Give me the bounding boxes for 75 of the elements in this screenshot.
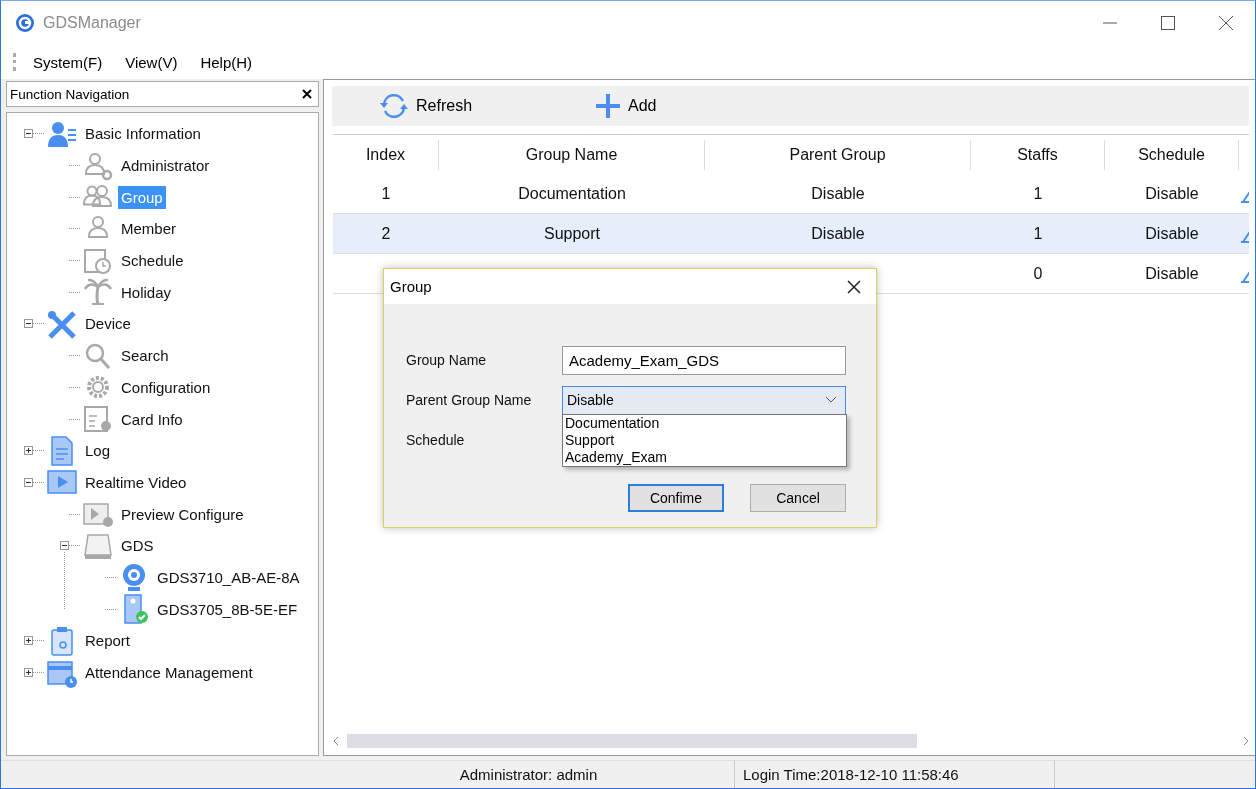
app-logo-icon — [15, 13, 35, 33]
window-title: GDSManager — [43, 14, 142, 32]
parent-group-dropdown[interactable]: Disable — [562, 385, 846, 415]
dialog-title: Group — [390, 278, 432, 295]
refresh-icon — [378, 91, 410, 121]
tree-item[interactable]: GDS3705_8B-5E-EF — [154, 597, 301, 621]
menu-item[interactable]: System(F) — [33, 53, 103, 71]
table-cell-text: 1 — [380, 184, 392, 203]
tree-item[interactable]: Holiday — [118, 280, 175, 304]
tree-item[interactable]: GDS — [118, 534, 157, 558]
chevron-down-icon — [825, 396, 837, 404]
field-label: Schedule — [406, 432, 466, 448]
column-header[interactable]: Group Name — [439, 139, 705, 170]
add-button[interactable]: Add — [594, 92, 657, 120]
refresh-button[interactable]: Refresh — [378, 91, 473, 121]
table-cell-text: Disable — [810, 184, 866, 203]
table-cell-text: Disable — [1144, 264, 1200, 283]
dropdown-option[interactable]: Academy_Exam — [563, 448, 846, 466]
menu-item[interactable]: Help(H) — [200, 53, 253, 71]
tree-item[interactable]: Realtime Video — [82, 470, 190, 494]
tree-item[interactable]: Search — [118, 344, 172, 368]
collapse-icon[interactable] — [24, 129, 33, 139]
collapse-icon[interactable] — [24, 477, 33, 487]
dropdown-option[interactable]: Support — [563, 431, 846, 449]
tree-item[interactable]: GDS3710_AB-AE-8A — [154, 565, 303, 589]
table-row[interactable]: 2 Support Disable 1 Disable — [333, 214, 1249, 254]
expand-icon[interactable] — [24, 668, 33, 678]
tree-item[interactable]: Report — [82, 629, 134, 653]
column-header[interactable]: Schedule — [1105, 139, 1239, 170]
collapse-icon[interactable] — [60, 541, 69, 551]
confirm-button[interactable]: Confime — [628, 484, 724, 512]
column-header[interactable]: Parent Group — [705, 139, 971, 170]
tree-item[interactable]: Administrator — [118, 154, 213, 178]
expand-icon[interactable] — [24, 446, 33, 456]
tree-item[interactable]: Attendance Management — [82, 661, 256, 685]
table-cell-text: Disable — [1144, 224, 1200, 243]
tree-item[interactable]: Member — [118, 217, 179, 241]
cancel-button[interactable]: Cancel — [750, 484, 846, 512]
table-cell-text: Disable — [1144, 184, 1200, 203]
expand-icon[interactable] — [24, 636, 33, 646]
group-name-field[interactable]: Academy_Exam_GDS — [562, 345, 846, 375]
scroll-right-icon[interactable] — [1243, 736, 1249, 746]
status-text: Administrator: admin — [323, 761, 735, 788]
tree-item[interactable]: Schedule — [118, 249, 187, 273]
dropdown-option[interactable]: Documentation — [563, 414, 846, 432]
tools-icon — [46, 308, 78, 339]
table-cell-text: 2 — [380, 224, 392, 243]
field-label: Parent Group Name — [406, 392, 533, 408]
tree-item[interactable]: Configuration — [118, 375, 214, 399]
table-cell-text: Documentation — [517, 184, 627, 203]
close-icon[interactable] — [302, 89, 312, 99]
table-cell-text: Disable — [810, 224, 866, 243]
panel-title: Function Navigation — [10, 86, 130, 102]
menu-item[interactable]: View(V) — [125, 53, 178, 71]
scrollbar-thumb[interactable] — [347, 734, 917, 748]
card-gear-icon — [82, 404, 114, 435]
plus-icon — [594, 92, 623, 120]
scroll-left-icon[interactable] — [333, 736, 339, 746]
table-cell-text: 1 — [1032, 224, 1044, 243]
table-cell-text: 0 — [1032, 264, 1044, 283]
palm-tree-icon — [82, 277, 114, 308]
table-cell-text: 1 — [1032, 184, 1044, 203]
collapse-icon[interactable] — [24, 319, 33, 329]
field-label: Group Name — [406, 352, 488, 368]
tree-item[interactable]: Basic Information — [82, 122, 204, 146]
tree-item[interactable]: Device — [82, 312, 134, 336]
column-header[interactable]: Staffs — [971, 139, 1105, 170]
user-gear-icon — [82, 150, 114, 181]
tree-item[interactable]: Preview Configure — [118, 502, 247, 526]
tree-item[interactable]: Log — [82, 439, 114, 463]
table-cell-text: Support — [542, 224, 601, 243]
tree-item[interactable]: Card Info — [118, 407, 186, 431]
column-header[interactable]: Index — [333, 139, 439, 170]
status-text: Login Time:2018-12-10 11:58:46 — [735, 761, 1055, 788]
close-icon[interactable] — [846, 278, 862, 295]
